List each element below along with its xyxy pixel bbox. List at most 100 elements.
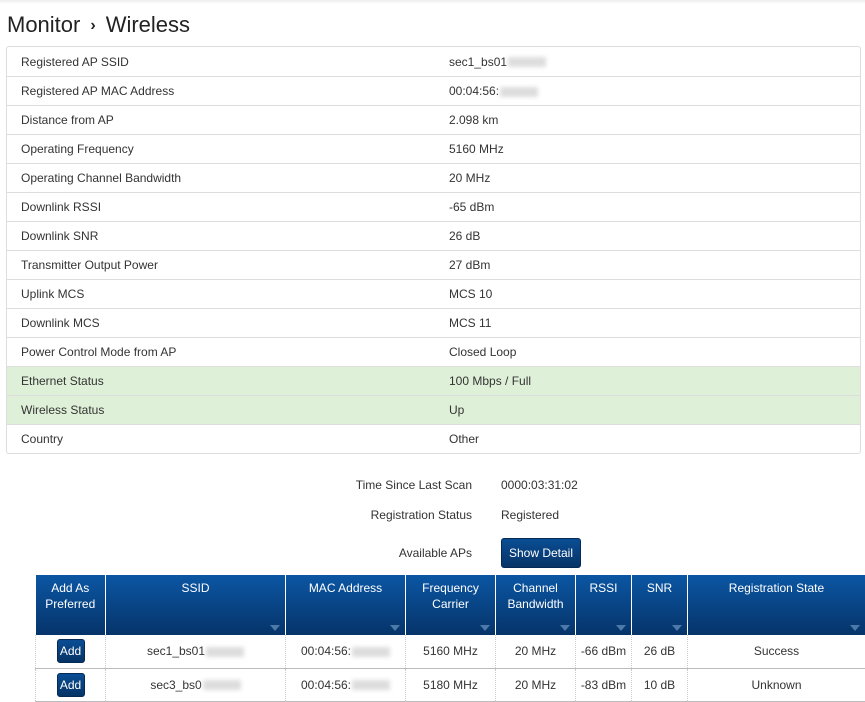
- snr-cell: 26 dB: [632, 635, 688, 668]
- registration-status: Registration StatusRegistered: [0, 508, 865, 522]
- value-text: Up: [449, 403, 464, 417]
- column-header[interactable]: Add As Preferred: [36, 575, 106, 635]
- column-header[interactable]: Registration State: [688, 575, 865, 635]
- detail-label: Country: [7, 432, 435, 446]
- bandwidth-cell: 20 MHz: [496, 635, 576, 668]
- column-header[interactable]: SSID: [106, 575, 286, 635]
- detail-row: Transmitter Output Power27 dBm: [7, 250, 860, 279]
- header-label: Channel Bandwidth: [507, 581, 563, 611]
- table-row: Add sec3_bs0 00:04:56: 5180 MHz 20 MHz -…: [36, 668, 865, 701]
- show-detail-button[interactable]: Show Detail: [501, 538, 581, 568]
- redacted-blur: [203, 680, 241, 690]
- add-preferred-button[interactable]: Add: [57, 639, 85, 663]
- detail-label: Operating Channel Bandwidth: [7, 171, 435, 185]
- ssid-cell: sec3_bs0: [106, 668, 286, 701]
- sort-arrow-icon[interactable]: [270, 625, 280, 631]
- header-label: Frequency Carrier: [422, 581, 479, 611]
- value: 0000:03:31:02: [472, 478, 578, 492]
- detail-row: Wireless Status Up: [7, 395, 860, 424]
- value-text: Other: [449, 432, 479, 446]
- sort-arrow-icon[interactable]: [480, 625, 490, 631]
- add-cell: Add: [36, 668, 106, 701]
- redacted-blur: [352, 680, 390, 690]
- redacted-blur: [352, 647, 390, 657]
- column-header[interactable]: SNR: [632, 575, 688, 635]
- value-text: 20 MHz: [449, 171, 490, 185]
- redacted-blur: [508, 57, 546, 67]
- detail-row: Uplink MCSMCS 10: [7, 279, 860, 308]
- value: Registered: [472, 508, 559, 522]
- mac-cell: 00:04:56:: [286, 668, 406, 701]
- header-label: RSSI: [589, 581, 617, 595]
- detail-label: Downlink SNR: [7, 229, 435, 243]
- label: Registration Status: [0, 508, 472, 522]
- bandwidth-cell: 20 MHz: [496, 668, 576, 701]
- column-header[interactable]: Frequency Carrier: [406, 575, 496, 635]
- ssid: sec1_bs01: [147, 644, 205, 658]
- available-aps: Available APsShow Detail: [0, 538, 865, 568]
- mac: 00:04:56:: [301, 644, 351, 658]
- detail-label: Wireless Status: [7, 403, 435, 417]
- detail-value: 20 MHz: [435, 171, 490, 185]
- detail-label: Distance from AP: [7, 113, 435, 127]
- column-header[interactable]: MAC Address: [286, 575, 406, 635]
- detail-row: Downlink MCSMCS 11: [7, 308, 860, 337]
- value-text: 2.098 km: [449, 113, 498, 127]
- state-cell: Unknown: [688, 668, 865, 701]
- detail-value: sec1_bs01: [435, 55, 546, 69]
- detail-row: Downlink RSSI -65 dBm: [7, 192, 860, 221]
- detail-row: Distance from AP 2.098 km: [7, 105, 860, 134]
- value-text: Closed Loop: [449, 345, 516, 359]
- detail-label: Registered AP MAC Address: [7, 84, 435, 98]
- detail-row: Registered AP SSID sec1_bs01: [7, 47, 860, 76]
- detail-row: Operating Frequency 5160 MHz: [7, 134, 860, 163]
- wireless-details-table: Registered AP SSIDsec1_bs01Registered AP…: [6, 46, 861, 454]
- detail-row: Ethernet Status100 Mbps / Full: [7, 366, 860, 395]
- header-label: Add As Preferred: [45, 581, 95, 611]
- detail-label: Uplink MCS: [7, 287, 435, 301]
- detail-row: Country Other: [7, 424, 860, 453]
- detail-label: Downlink MCS: [7, 316, 435, 330]
- detail-value: Closed Loop: [435, 345, 516, 359]
- header-label: Registration State: [729, 581, 824, 595]
- value-text: -65 dBm: [449, 200, 494, 214]
- detail-value: Other: [435, 432, 479, 446]
- detail-row: Downlink SNR 26 dB: [7, 221, 860, 250]
- breadcrumb-section[interactable]: Monitor: [7, 12, 80, 37]
- redacted-blur: [500, 87, 538, 97]
- detail-row: Power Control Mode from APClosed Loop: [7, 337, 860, 366]
- label: Time Since Last Scan: [0, 478, 472, 492]
- chevron-right-icon: ›: [90, 17, 95, 34]
- value-text: sec1_bs01: [449, 55, 507, 69]
- detail-value: 100 Mbps / Full: [435, 374, 531, 388]
- detail-label: Operating Frequency: [7, 142, 435, 156]
- sort-arrow-icon[interactable]: [390, 625, 400, 631]
- detail-label: Downlink RSSI: [7, 200, 435, 214]
- detail-label: Registered AP SSID: [7, 55, 435, 69]
- detail-label: Transmitter Output Power: [7, 258, 435, 272]
- header-label: SSID: [181, 581, 209, 595]
- detail-value: 2.098 km: [435, 113, 498, 127]
- value-text: 100 Mbps / Full: [449, 374, 531, 388]
- column-header[interactable]: RSSI: [576, 575, 632, 635]
- table-row: Add sec1_bs01 00:04:56: 5160 MHz 20 MHz …: [36, 635, 865, 668]
- ssid-cell: sec1_bs01: [106, 635, 286, 668]
- header-label: MAC Address: [309, 581, 382, 595]
- header-label: SNR: [647, 581, 672, 595]
- state-cell: Success: [688, 635, 865, 668]
- breadcrumb-page: Wireless: [106, 12, 190, 37]
- sort-arrow-icon[interactable]: [672, 625, 682, 631]
- ssid: sec3_bs0: [150, 678, 201, 692]
- sort-arrow-icon[interactable]: [560, 625, 570, 631]
- detail-value: 26 dB: [435, 229, 480, 243]
- value-text: 26 dB: [449, 229, 480, 243]
- sort-arrow-icon[interactable]: [850, 625, 860, 631]
- sort-arrow-icon[interactable]: [616, 625, 626, 631]
- column-header[interactable]: Channel Bandwidth: [496, 575, 576, 635]
- mac: 00:04:56:: [301, 678, 351, 692]
- freq-cell: 5160 MHz: [406, 635, 496, 668]
- detail-value: 5160 MHz: [435, 142, 504, 156]
- rssi-cell: -66 dBm: [576, 635, 632, 668]
- add-preferred-button[interactable]: Add: [57, 673, 85, 697]
- value-text: 5160 MHz: [449, 142, 504, 156]
